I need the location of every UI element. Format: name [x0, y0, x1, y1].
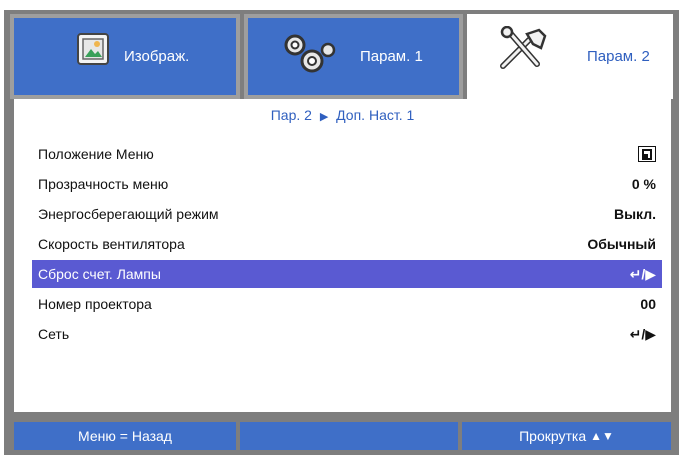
breadcrumb-parent: Пар. 2 [270, 107, 312, 123]
tab-param-1[interactable]: Парам. 1 [244, 14, 463, 99]
image-icon [76, 32, 110, 71]
row-label: Энергосберегающий режим [38, 206, 219, 222]
osd-menu-frame: Изображ. Парам. 1 Парам. 2 Пар. 2 ▶ Доп.… [4, 10, 679, 455]
tab-param-1-label: Парам. 1 [360, 48, 423, 65]
row-value: 0 % [631, 176, 656, 192]
menu-position-icon [638, 146, 656, 162]
tab-image-label: Изображ. [124, 48, 190, 65]
footer-scroll: Прокрутка ▲▼ [462, 422, 671, 450]
row-label: Скорость вентилятора [38, 236, 185, 252]
row-value: Обычный [587, 236, 656, 252]
scroll-arrows-icon: ▲▼ [590, 429, 614, 443]
menu-row-lamp-reset[interactable]: Сброс счет. Лампы ↵/▶ [32, 260, 662, 288]
menu-row-transparency[interactable]: Прозрачность меню 0 % [38, 170, 656, 198]
menu-row-network[interactable]: Сеть ↵/▶ [38, 320, 656, 348]
row-label: Сброс счет. Лампы [38, 266, 161, 282]
settings-panel: Пар. 2 ▶ Доп. Наст. 1 Положение Меню Про… [14, 99, 671, 412]
footer-back-label: Меню = Назад [78, 428, 172, 444]
breadcrumb: Пар. 2 ▶ Доп. Наст. 1 [14, 107, 671, 123]
row-label: Прозрачность меню [38, 176, 169, 192]
row-value: 00 [640, 296, 656, 312]
footer-back: Меню = Назад [14, 422, 236, 450]
menu-row-energy-saving[interactable]: Энергосберегающий режим Выкл. [38, 200, 656, 228]
footer-scroll-label: Прокрутка [519, 428, 587, 444]
enter-arrow-icon: ↵/▶ [629, 265, 656, 282]
gears-icon [282, 32, 336, 81]
row-label: Номер проектора [38, 296, 152, 312]
tab-param-2[interactable]: Парам. 2 [467, 14, 673, 99]
breadcrumb-current: Доп. Наст. 1 [336, 107, 415, 123]
menu-row-fan-speed[interactable]: Скорость вентилятора Обычный [38, 230, 656, 258]
tools-icon [493, 25, 553, 79]
footer-middle [240, 422, 458, 450]
row-label: Положение Меню [38, 146, 154, 162]
row-label: Сеть [38, 326, 70, 342]
menu-row-projector-id[interactable]: Номер проектора 00 [38, 290, 656, 318]
enter-arrow-icon: ↵/▶ [629, 325, 656, 342]
row-value: Выкл. [613, 206, 656, 222]
tab-param-2-label: Парам. 2 [587, 48, 650, 65]
tab-image[interactable]: Изображ. [10, 14, 240, 99]
breadcrumb-separator-icon: ▶ [319, 111, 329, 123]
menu-row-menu-position[interactable]: Положение Меню [38, 140, 656, 168]
